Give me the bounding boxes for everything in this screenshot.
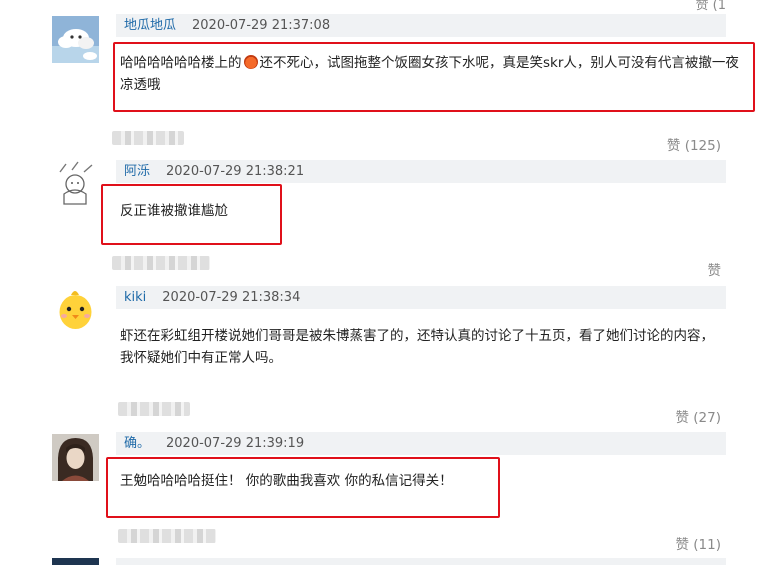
comment-text: 王勉哈哈哈哈挺住！ 你的歌曲我喜欢 你的私信记得关！ <box>120 473 453 489</box>
comment-text: 哈哈哈哈哈哈楼上的 还不死心，试图拖整个饭圈女孩下水呢，真是笑skr人，别人可没有… <box>120 52 745 96</box>
avatar[interactable] <box>52 286 99 333</box>
username-link[interactable]: kiki <box>124 290 146 305</box>
comment-time: 2020-07-29 21:39:19 <box>166 436 305 451</box>
comment-meta: 确。 2020-07-29 21:39:19 <box>116 432 726 455</box>
like-button[interactable]: 赞 (11) <box>675 533 721 553</box>
avatar[interactable] <box>52 160 99 207</box>
comment-meta: 地瓜地瓜 2020-07-29 21:37:08 <box>116 14 726 37</box>
comment-time: 2020-07-29 21:37:08 <box>192 18 331 33</box>
comment-time: 2020-07-29 21:38:34 <box>162 290 301 305</box>
like-button[interactable]: 赞 (125) <box>667 134 721 154</box>
comment-meta-partial <box>116 558 726 565</box>
blurred-text <box>118 529 216 543</box>
comment-text-part: 哈哈哈哈哈哈楼上的 <box>120 55 242 71</box>
comment-text: 虾还在彩虹组开楼说她们哥哥是被朱博蒸害了的，还特认真的讨论了十五页，看了她们讨论… <box>120 328 714 366</box>
avatar[interactable] <box>52 434 99 481</box>
comment-text: 反正谁被撤谁尴尬 <box>120 203 228 219</box>
blurred-text <box>118 402 190 416</box>
comment-meta: 阿泺 2020-07-29 21:38:21 <box>116 160 726 183</box>
comment-meta: kiki 2020-07-29 21:38:34 <box>116 286 726 309</box>
username-link[interactable]: 阿泺 <box>124 164 150 179</box>
username-link[interactable]: 确。 <box>124 436 150 451</box>
like-button[interactable]: 赞 (27) <box>675 406 721 426</box>
like-button[interactable]: 赞 <box>708 259 722 279</box>
username-link[interactable]: 地瓜地瓜 <box>124 18 176 33</box>
avatar[interactable] <box>52 16 99 63</box>
avatar[interactable] <box>52 558 99 565</box>
comment-time: 2020-07-29 21:38:21 <box>166 164 305 179</box>
blurred-text <box>112 131 184 145</box>
blurred-text <box>112 256 210 270</box>
likes-count-partial[interactable]: 赞 (1 <box>696 0 726 13</box>
angry-face-emoji-icon <box>243 55 258 69</box>
